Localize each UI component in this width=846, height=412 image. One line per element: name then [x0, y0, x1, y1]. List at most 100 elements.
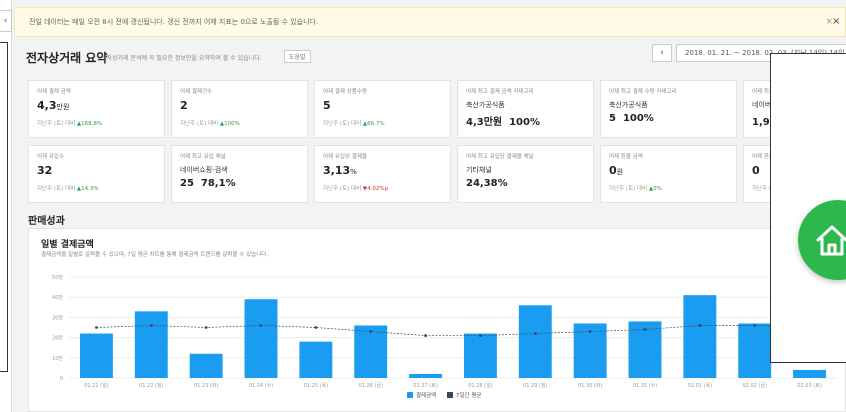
card-category: 축산가공식품 [609, 101, 648, 109]
chart-title: 일별 결제금액 [41, 240, 94, 250]
bar [518, 305, 552, 378]
card-value: 24,38% [466, 178, 515, 189]
date-prev-button[interactable]: ‹ [652, 44, 672, 62]
delta-badge: ▲100% [219, 121, 240, 127]
card-value-unit: % [350, 168, 357, 176]
summary-card[interactable]: 어제 환불 금액 0원 지난주 (토) 대비 ▲0% [600, 145, 737, 203]
card-value-number: 24,38 [466, 178, 498, 189]
page-title: 전자상거래 요약 [26, 51, 108, 65]
average-point [314, 326, 318, 329]
compare-label: 지난주 (토) 대비 [37, 186, 76, 192]
card-value-unit: % [497, 178, 508, 189]
x-tick-label: 01.29 (월) [523, 382, 547, 389]
summary-card[interactable]: 어제 유입당 결제율 3,13% 지난주 (토) 대비 ▼4.02%p [314, 145, 451, 203]
card-label: 어제 최고 결제 수량 카테고리 [609, 89, 677, 95]
x-tick-label: 02.02 (금) [743, 383, 767, 389]
x-tick-label: 01.28 (일) [468, 382, 492, 389]
average-point [259, 324, 263, 327]
average-point [369, 330, 373, 333]
compare-label: 지난주 (토) 대비 [609, 186, 648, 192]
help-button[interactable]: 도움말 [284, 50, 311, 63]
bar [79, 333, 113, 378]
delta-badge: ▲66.7% [362, 121, 385, 127]
bar [683, 295, 717, 378]
average-point [424, 334, 427, 337]
card-label: 어제 최고 유입 채널 [180, 154, 226, 160]
summary-card[interactable]: 어제 결제 금액 4,3만원지난주 (토) 대비 ▲168.8% [28, 80, 165, 138]
delta-badge: ▲168.8% [76, 121, 103, 127]
x-tick-label: 02.01 (목) [688, 383, 712, 389]
bar [354, 325, 388, 378]
sidebar-toggle-button[interactable]: ‹ [0, 10, 12, 32]
card-label: 어제 최고 결제 금액 카테고리 [466, 89, 534, 95]
compare-label: 지난주 (토) 대비 [37, 121, 76, 127]
legend-swatch-payment [407, 392, 413, 398]
compare-label: 지난주 (토) 대비 [323, 186, 362, 192]
y-tick-label: 50만 [52, 274, 63, 281]
y-tick-label: 40만 [52, 294, 63, 301]
average-point [95, 326, 98, 329]
card-label: 어제 결제 금액 [37, 89, 71, 95]
y-tick-label: 30만 [52, 314, 63, 321]
x-tick-label: 01.24 (수) [249, 383, 273, 389]
page-description: 전자상거래 분석에 꼭 필요한 정보만을 요약하여 볼 수 있습니다. [101, 55, 262, 62]
average-point [753, 324, 757, 327]
daily-payment-chart: 0 10만 20만 30만 40만 50만 01.21 (일) 01.22 (월) 01.23 … [52, 274, 837, 399]
card-compare: 지난주 (토) 대비 ▼4.02%p [323, 184, 388, 192]
bar [463, 333, 497, 378]
card-value-unit: 원 [616, 168, 624, 176]
card-percent: 78,1% [200, 178, 236, 189]
compare-label: 지난주 (토) 대비 [323, 121, 362, 127]
legend-label-average: 7일간 평균 [456, 391, 482, 399]
summary-card[interactable]: 어제 유입수 32 지난주 (토) 대비 ▲14.3% [28, 145, 165, 203]
summary-card[interactable]: 어제 결제건수 2 지난주 (토) 대비 ▲100% [171, 80, 308, 138]
card-compare: 지난주 (토) 대비 ▲100% [180, 119, 240, 127]
card-compare: 지난주 (토) 대비 ▲14.3% [37, 184, 99, 192]
card-value-number: 4,3 [466, 117, 484, 128]
summary-card[interactable]: 어제 최고 결제 금액 카테고리 축산가공식품 4,3만원 100% [457, 80, 594, 138]
x-tick-label: 01.21 (일) [84, 382, 108, 389]
card-percent: 100% [622, 113, 654, 124]
card-compare: 지난주 (토) 대비 ▲168.8% [37, 119, 102, 127]
x-tick-label: 02.03 (토) [797, 383, 821, 389]
chart-subtitle: 결제금액을 일별로 살펴볼 수 있으며, 7일 평균 차트를 통해 결제금액 트… [41, 252, 269, 258]
bar [134, 311, 168, 378]
card-value-number: 25 [180, 178, 194, 189]
card-value-number: 3,13 [323, 164, 351, 177]
card-value-number: 5 [609, 113, 616, 124]
card-value: 5 100% [609, 113, 654, 124]
card-category: 기타채널 [466, 166, 492, 174]
card-value: 5 [323, 99, 331, 112]
legend-swatch-average [447, 392, 453, 398]
card-category: 축산가공식품 [466, 101, 505, 109]
overlay-close-icon[interactable]: × [832, 16, 840, 27]
y-tick-label: 0 [60, 376, 63, 382]
x-tick-label: 01.30 (화) [578, 383, 602, 389]
summary-card[interactable]: 어제 최고 유입 채널네이버쇼핑-검색 25 78,1% [171, 145, 308, 203]
delta-badge: ▲0% [648, 186, 662, 192]
bar [299, 341, 333, 378]
average-point [588, 330, 592, 333]
x-tick-label: 01.31 (수) [633, 383, 657, 389]
delta-badge: ▼4.02%p [362, 186, 389, 192]
bar [738, 323, 772, 378]
card-compare: 지난주 (토) 대비 ▲66.7% [323, 119, 385, 127]
card-value-number: 4,3 [37, 99, 57, 112]
left-panel-edge [0, 42, 8, 372]
summary-card[interactable]: 어제 최고 유입당 결제율 채널 기타채널 24,38% [457, 145, 594, 203]
card-value-unit: 만원 [56, 103, 70, 111]
summary-card[interactable]: 어제 최고 결제 수량 카테고리축산가공식품 5 100% [600, 80, 737, 138]
card-category: 네이버쇼핑-검색 [180, 166, 228, 174]
bar [244, 299, 278, 378]
card-value: 0 [752, 164, 760, 177]
notice-text: 전일 데이터는 매일 오전 8시 전에 갱신됩니다. 갱신 전까지 어제 지표는… [29, 18, 319, 26]
average-point [643, 328, 647, 331]
average-point [149, 324, 153, 327]
card-value-number: 1,9 [752, 117, 770, 128]
summary-card[interactable]: 어제 결제 상품수량 5 지난주 (토) 대비 ▲66.7% [314, 80, 451, 138]
card-value: 2 [180, 99, 188, 112]
bar [409, 373, 443, 378]
section-title: 판매성과 [28, 216, 65, 227]
page-header: 전자상거래 요약 전자상거래 분석에 꼭 필요한 정보만을 요약하여 볼 수 있… [26, 44, 846, 68]
card-value: 3,13% [323, 164, 357, 177]
